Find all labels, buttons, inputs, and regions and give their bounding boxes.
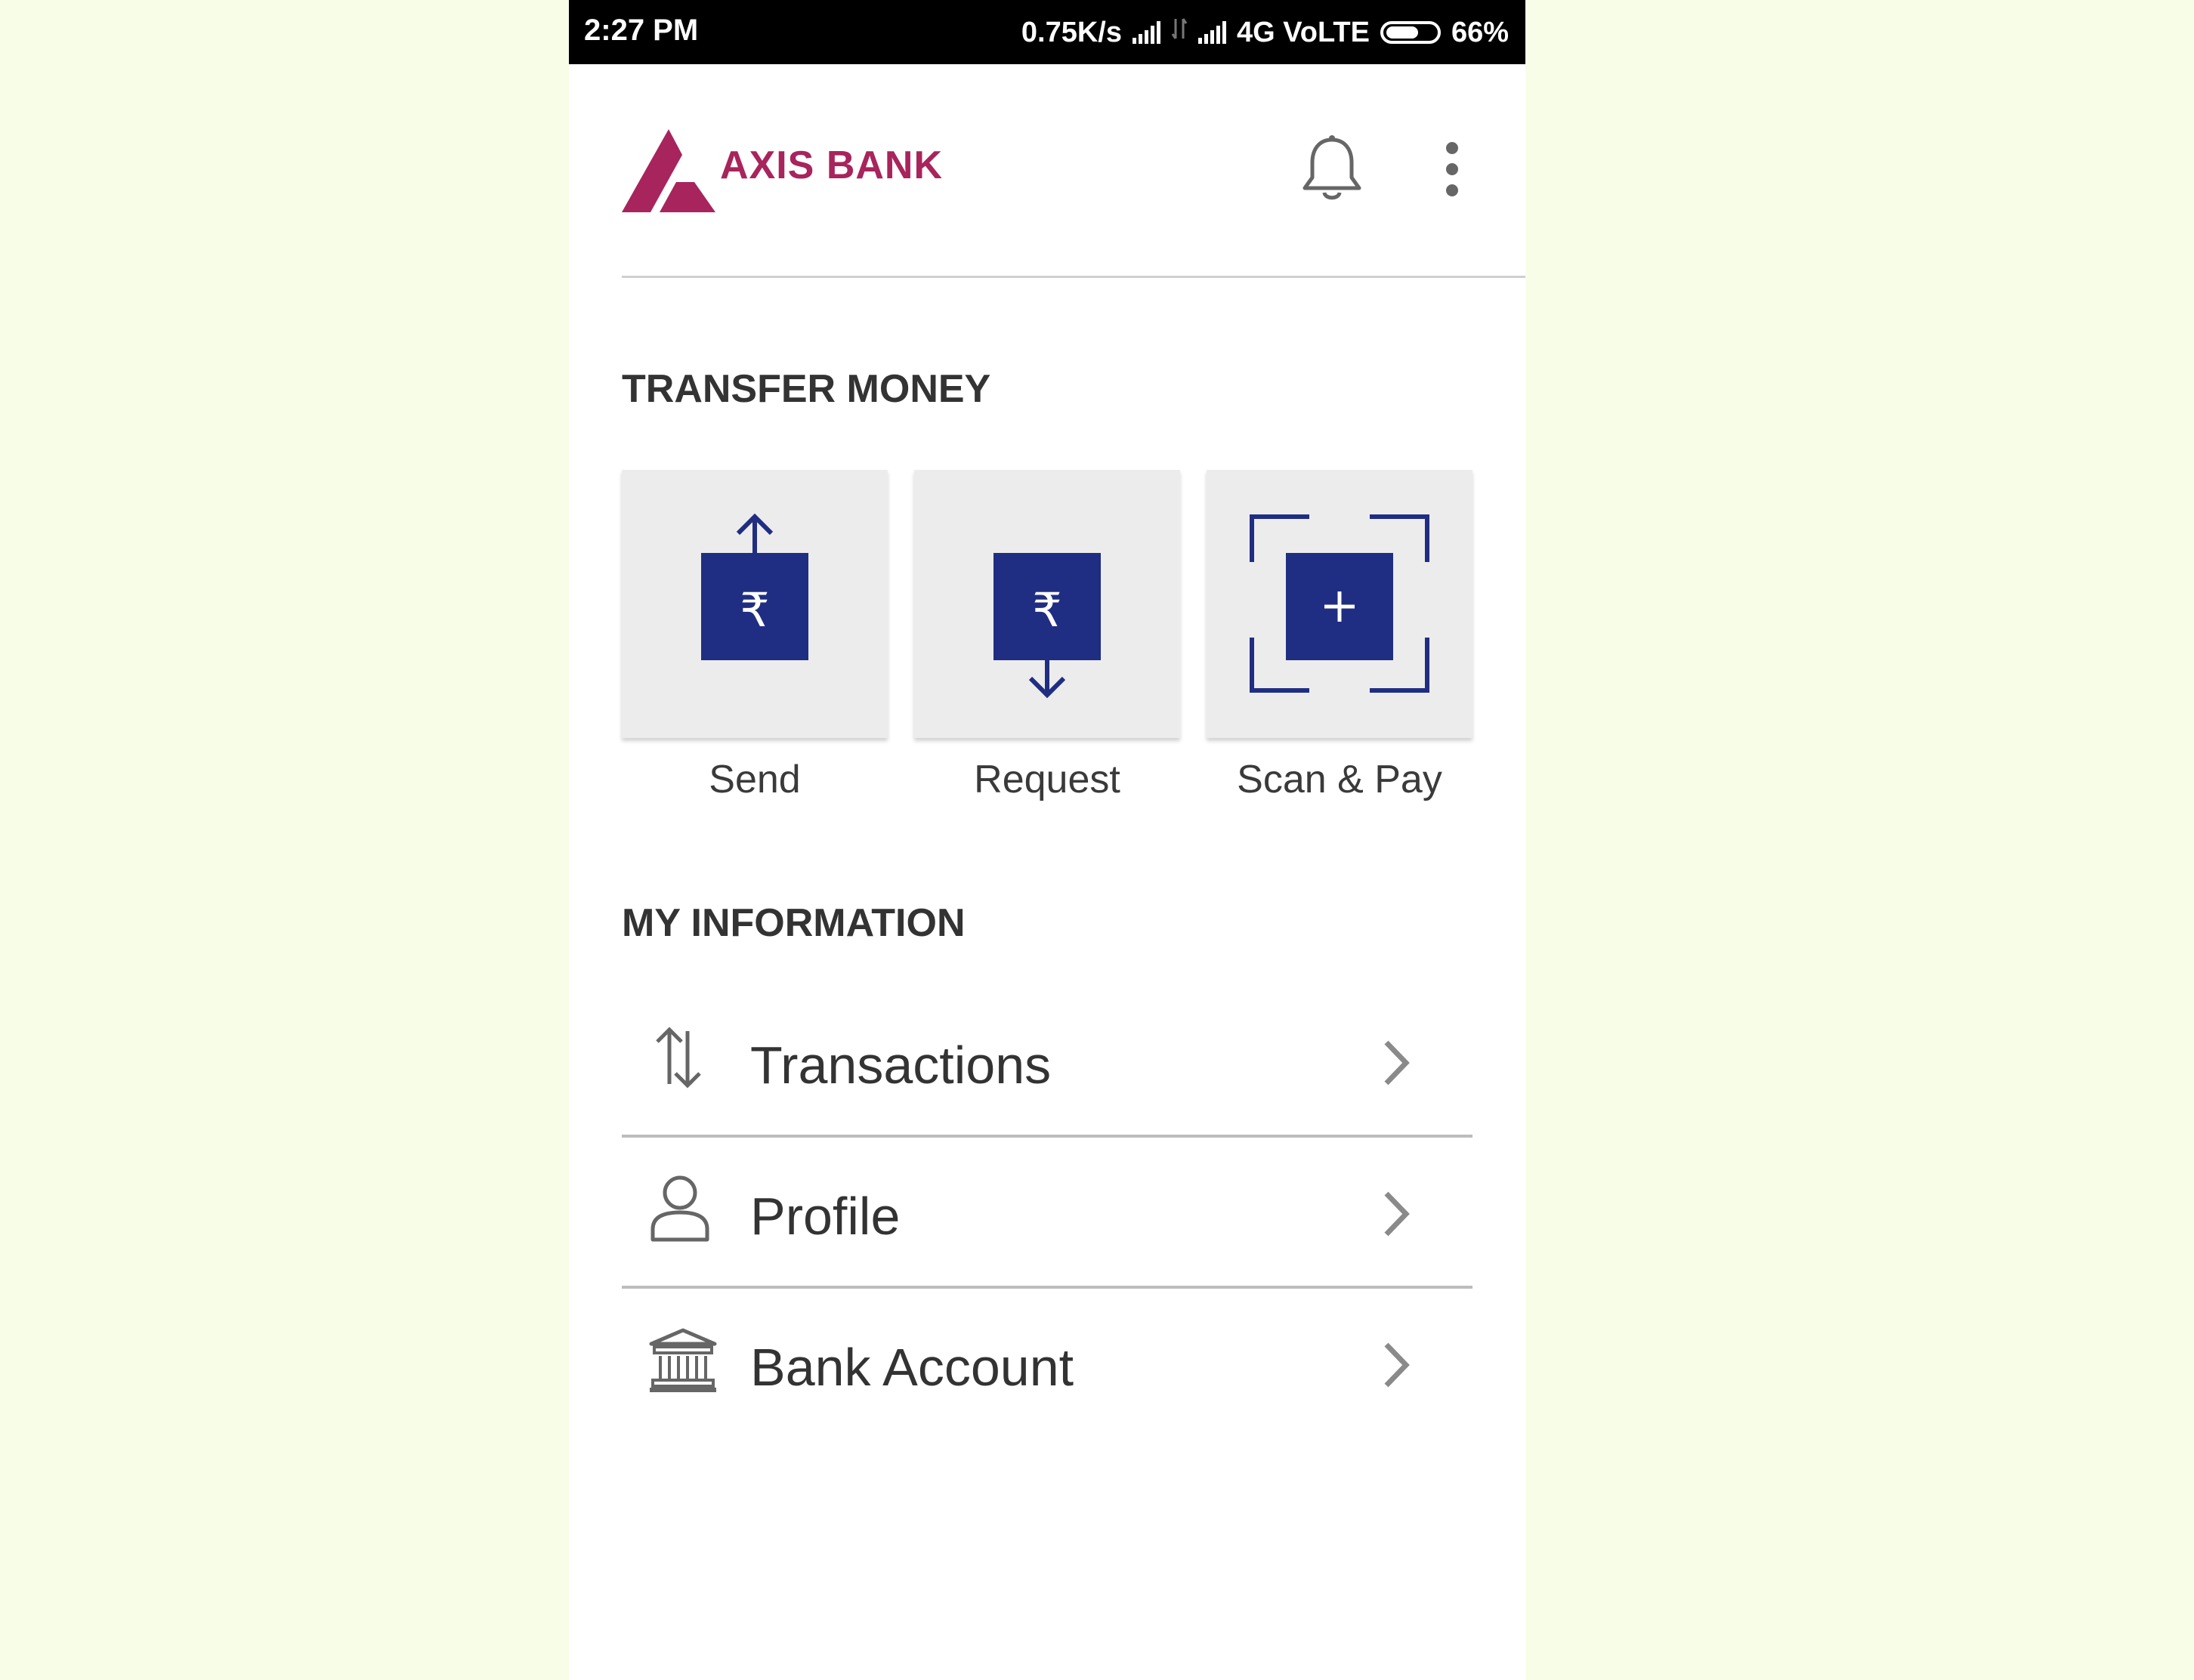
tile-label-scan-pay: Scan & Pay	[1237, 758, 1442, 801]
status-bar: 2:27 PM 0.75K/s 4G VoLTE 66%	[569, 0, 1525, 64]
section-title-transfer: TRANSFER MONEY	[622, 367, 991, 411]
profile-icon	[650, 1175, 709, 1242]
request-money-tile[interactable]: ₹ Request	[914, 470, 1180, 801]
transactions-icon	[656, 1027, 701, 1089]
signal-strength-icon	[1133, 21, 1160, 44]
bank-account-row[interactable]: Bank Account	[622, 1292, 1472, 1440]
row-label-profile: Profile	[750, 1187, 901, 1246]
data-transfer-icon	[1171, 16, 1188, 49]
status-indicators: 0.75K/s 4G VoLTE 66%	[1021, 12, 1509, 53]
more-vert-icon	[1446, 142, 1458, 196]
brand-logo: AXIS BANK	[622, 129, 943, 212]
notifications-button[interactable]	[1300, 134, 1364, 207]
phone-screen: 2:27 PM 0.75K/s 4G VoLTE 66% AXIS BANK T…	[569, 0, 1525, 1680]
scan-pay-tile[interactable]: Scan & Pay	[1207, 470, 1472, 801]
brand-name: AXIS BANK	[720, 144, 944, 187]
bank-icon	[649, 1328, 717, 1392]
chevron-right-icon	[1384, 1191, 1410, 1237]
row-label-bank-account: Bank Account	[750, 1338, 1074, 1397]
signal-strength-2-icon	[1198, 21, 1226, 44]
battery-icon	[1380, 21, 1441, 44]
app-header: AXIS BANK	[569, 64, 1525, 279]
svg-text:₹: ₹	[740, 582, 769, 638]
header-divider	[622, 276, 1525, 278]
request-money-icon: ₹	[993, 553, 1101, 699]
send-money-tile[interactable]: ₹ Send	[622, 470, 888, 801]
network-speed: 0.75K/s	[1021, 16, 1122, 48]
svg-text:₹: ₹	[1032, 582, 1061, 638]
chevron-right-icon	[1384, 1040, 1410, 1086]
tile-label-send: Send	[709, 758, 801, 801]
network-type: 4G VoLTE	[1237, 16, 1370, 48]
overflow-menu-button[interactable]	[1442, 141, 1463, 202]
profile-row[interactable]: Profile	[622, 1141, 1472, 1289]
send-money-icon: ₹	[701, 513, 808, 660]
chevron-right-icon	[1384, 1342, 1410, 1388]
row-label-transactions: Transactions	[750, 1036, 1052, 1095]
transactions-row[interactable]: Transactions	[622, 990, 1472, 1138]
tile-label-request: Request	[974, 758, 1120, 801]
status-time: 2:27 PM	[584, 14, 699, 47]
scan-pay-icon	[1250, 514, 1429, 693]
row-divider	[622, 1135, 1472, 1138]
battery-percent: 66%	[1451, 16, 1509, 48]
section-title-my-information: MY INFORMATION	[622, 901, 966, 945]
row-divider	[622, 1286, 1472, 1289]
axis-logo-icon	[622, 129, 715, 212]
bell-icon	[1302, 135, 1361, 200]
